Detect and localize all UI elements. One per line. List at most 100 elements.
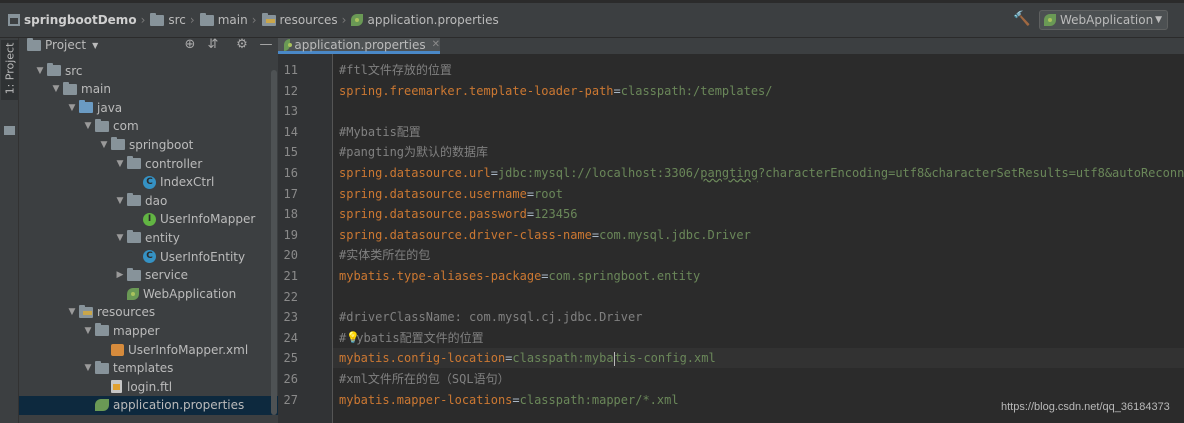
code-line[interactable]: #driverClassName: com.mysql.cj.jdbc.Driv… <box>339 307 642 327</box>
collapse-all-icon[interactable]: ⇵ <box>206 38 220 52</box>
breadcrumb-item-resources[interactable]: resources <box>261 12 338 27</box>
tree-item[interactable]: ▶ service <box>19 266 278 285</box>
folder-icon <box>199 12 214 26</box>
project-view-selector[interactable]: Project ▼ <box>27 37 98 52</box>
property-value: com.springboot.entity <box>548 269 701 283</box>
code-line[interactable]: #💡ybatis配置文件的位置 <box>339 328 484 348</box>
line-number: 14 <box>283 124 298 139</box>
tree-item[interactable]: ▼ java <box>19 98 278 117</box>
expand-arrow-icon[interactable]: ▼ <box>81 363 95 373</box>
breadcrumb-item-src[interactable]: src <box>150 12 186 27</box>
comment-text: #xml文件所在的包（SQL语句） <box>339 372 510 386</box>
code-editor[interactable]: #ftl文件存放的位置 spring.freemarker.template-lo… <box>333 54 1184 423</box>
property-key: mybatis.config-location <box>339 351 506 366</box>
comment-text: #pangting为默认的数据库 <box>339 145 489 160</box>
tree-item[interactable]: ▼ springboot <box>19 135 278 154</box>
tree-item-label: springboot <box>129 137 194 152</box>
class-icon: C <box>143 175 156 189</box>
expand-arrow-icon[interactable]: ▼ <box>113 159 127 169</box>
code-line[interactable]: #pangting为默认的数据库 <box>339 142 488 162</box>
tree-item[interactable]: ▼ entity <box>19 228 278 247</box>
project-tool-window-tab[interactable]: 1: Project <box>1 40 18 100</box>
line-number: 18 <box>283 207 298 222</box>
expand-arrow-icon[interactable]: ▼ <box>81 121 95 131</box>
tab-application-properties[interactable]: application.properties ✕ <box>278 38 440 54</box>
breadcrumb-item-main[interactable]: main <box>199 12 248 27</box>
breadcrumb-item-file[interactable]: application.properties <box>351 13 499 27</box>
close-icon[interactable]: ✕ <box>432 39 440 50</box>
tree-scrollbar[interactable] <box>271 70 277 415</box>
lightbulb-icon[interactable]: 💡 <box>346 328 360 344</box>
equals-sign: = <box>512 392 520 407</box>
project-tree: ▼ src ▼ main ▼ java ▼ com ▼ springboot ▼ controller… <box>19 54 278 423</box>
tree-item-label: src <box>65 63 83 78</box>
expand-arrow-icon[interactable]: ▼ <box>81 326 95 336</box>
code-line[interactable]: mybatis.type-aliases-package=com.springb… <box>339 266 700 286</box>
property-value: jdbc:mysql://localhost:3306/ <box>497 166 701 180</box>
tree-item-label: java <box>97 100 123 115</box>
tree-item[interactable]: UserInfoMapper.xml <box>19 340 278 359</box>
tree-item[interactable]: I UserInfoMapper <box>19 210 278 229</box>
code-line[interactable]: #实体类所在的包 <box>339 245 430 265</box>
project-tab-label: 1: Project <box>3 42 17 95</box>
equals-sign: = <box>541 269 549 283</box>
tree-item[interactable]: ▼ mapper <box>19 321 278 340</box>
tree-item[interactable]: WebApplication <box>19 284 278 303</box>
property-key: mybatis.mapper-locations <box>339 392 513 407</box>
code-line[interactable]: #xml文件所在的包（SQL语句） <box>339 369 510 389</box>
hammer-icon[interactable]: 🔨 <box>1013 11 1030 27</box>
breadcrumb-item-project[interactable]: springbootDemo <box>8 13 137 27</box>
property-value: classpath:mapper/*.xml <box>519 392 679 407</box>
code-line[interactable]: mybatis.config-location=classpath:mybati… <box>339 348 716 368</box>
tree-item[interactable]: ▼ dao <box>19 191 278 210</box>
line-number: 23 <box>283 310 298 325</box>
tree-item[interactable]: ▼ controller <box>19 154 278 173</box>
expand-arrow-icon[interactable]: ▼ <box>97 140 111 150</box>
gear-icon[interactable]: ⚙ <box>235 38 249 52</box>
tree-item-label: templates <box>113 361 174 376</box>
property-value: ?characterEncoding=utf8&characterSetResu… <box>758 166 1184 180</box>
tree-item[interactable]: C IndexCtrl <box>19 173 278 192</box>
collapse-arrow-icon[interactable]: ▶ <box>113 270 127 280</box>
code-line[interactable]: spring.datasource.password=123456 <box>339 204 577 224</box>
comment-text: #driverClassName: com.mysql.cj.jdbc.Driv… <box>339 310 643 325</box>
package-icon <box>127 230 141 244</box>
watermark-text: https://blog.csdn.net/qq_36184373 <box>1001 401 1170 413</box>
expand-arrow-icon[interactable]: ▼ <box>49 84 63 94</box>
expand-arrow-icon[interactable]: ▼ <box>33 66 47 76</box>
tree-item[interactable]: ▼ templates <box>19 359 278 378</box>
code-line[interactable]: #Mybatis配置 <box>339 122 421 142</box>
tree-item[interactable]: application.properties <box>19 395 278 415</box>
xml-file-icon <box>111 343 124 356</box>
comment-text: #实体类所在的包 <box>339 248 431 263</box>
code-line[interactable]: mybatis.mapper-locations=classpath:mappe… <box>339 390 679 410</box>
property-value: root <box>534 186 563 201</box>
tree-item[interactable]: ▼ main <box>19 80 278 99</box>
expand-arrow-icon[interactable]: ▼ <box>113 233 127 243</box>
package-icon <box>95 118 109 132</box>
expand-arrow-icon[interactable]: ▼ <box>113 196 127 206</box>
tree-item[interactable]: ▼ resources <box>19 303 278 322</box>
code-line[interactable]: spring.datasource.driver-class-name=com.… <box>339 225 751 245</box>
expand-arrow-icon[interactable]: ▼ <box>65 307 79 317</box>
code-line[interactable]: spring.datasource.url=jdbc:mysql://local… <box>339 163 1184 183</box>
code-line[interactable]: spring.datasource.username=root <box>339 184 563 204</box>
line-number: 20 <box>283 248 298 263</box>
run-configuration-dropdown[interactable]: WebApplication ▼ <box>1039 10 1168 30</box>
tree-item[interactable]: C UserInfoEntity <box>19 247 278 266</box>
property-value: com.mysql.jdbc.Driver <box>599 227 751 242</box>
structure-icon[interactable] <box>4 126 15 135</box>
folder-icon <box>63 81 77 95</box>
hide-panel-icon[interactable]: — <box>259 38 273 52</box>
locate-icon[interactable]: ⊕ <box>183 38 197 52</box>
line-number: 24 <box>283 330 298 345</box>
line-number: 12 <box>283 83 298 98</box>
equals-sign: = <box>526 207 535 222</box>
tree-item[interactable]: ▼ src <box>19 61 278 80</box>
tree-item[interactable]: ▼ com <box>19 117 278 136</box>
code-line[interactable]: #ftl文件存放的位置 <box>339 60 452 80</box>
tree-item[interactable]: login.ftl <box>19 377 278 396</box>
class-icon: C <box>143 250 156 263</box>
expand-arrow-icon[interactable]: ▼ <box>65 103 79 113</box>
code-line[interactable]: spring.freemarker.template-loader-path=c… <box>339 81 773 101</box>
